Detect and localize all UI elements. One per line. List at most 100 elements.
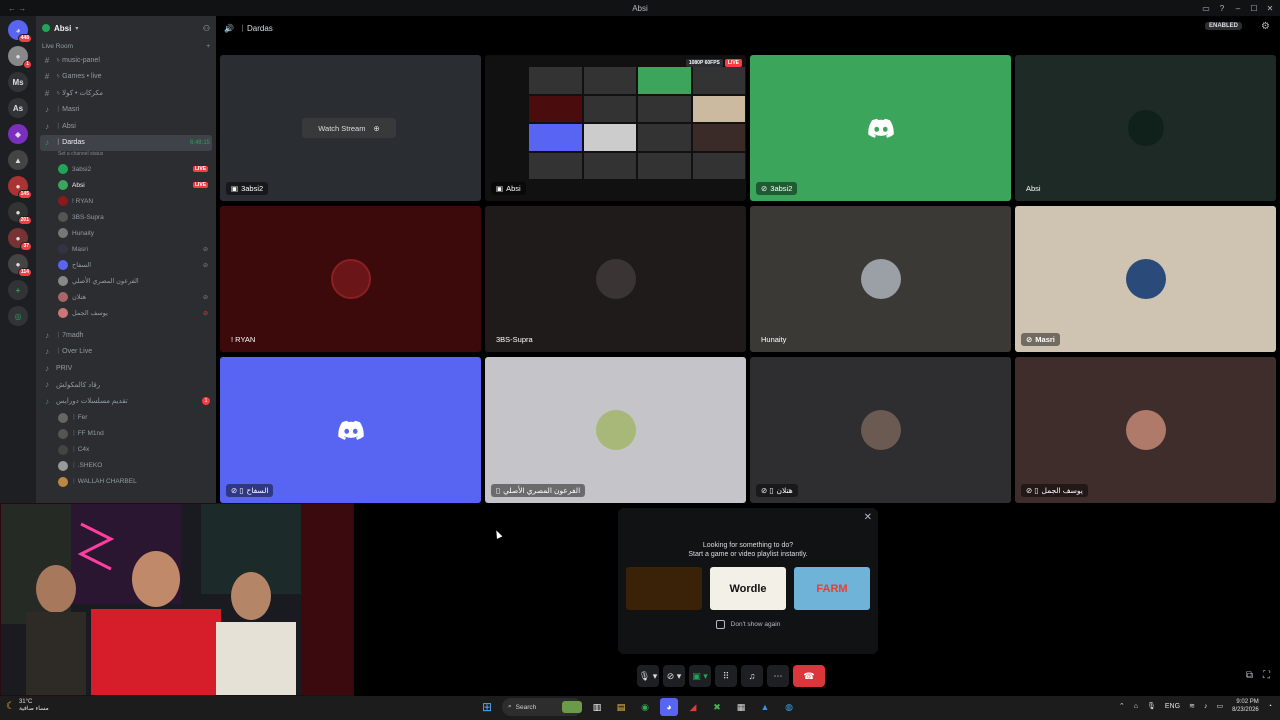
- voice-user[interactable]: ᛁ FF M1nd: [36, 426, 216, 442]
- channel-item[interactable]: ♪ ᛁ 7madh: [36, 327, 216, 344]
- discover-icon[interactable]: ◎: [8, 306, 28, 326]
- enabled-badge[interactable]: ENABLED: [1204, 22, 1242, 30]
- add-server-icon[interactable]: +: [8, 280, 28, 300]
- user-tile[interactable]: Absi: [1015, 55, 1276, 201]
- close-button[interactable]: ✕: [1266, 4, 1274, 13]
- notification-icon[interactable]: ◔: [1268, 703, 1272, 710]
- language-indicator[interactable]: ENG: [1165, 703, 1180, 710]
- store-icon[interactable]: ▦: [732, 698, 750, 716]
- fullscreen-icon[interactable]: ⛶: [1263, 670, 1270, 681]
- watch-stream-button[interactable]: Watch Stream ⊕: [302, 118, 396, 138]
- help-icon[interactable]: ?: [1218, 4, 1226, 13]
- add-channel-icon[interactable]: +: [206, 43, 210, 50]
- user-tile[interactable]: ! RYAN: [220, 206, 481, 352]
- voice-user[interactable]: Hunaity: [36, 225, 216, 241]
- activities-button[interactable]: ⠿: [715, 665, 737, 687]
- user-tile[interactable]: ⊘ ▯ السفاح: [220, 357, 481, 503]
- start-icon[interactable]: ⊞: [478, 698, 496, 716]
- inbox-icon[interactable]: ▭: [1202, 4, 1210, 13]
- user-tile[interactable]: 3BS-Supra: [485, 206, 746, 352]
- server-icon[interactable]: ◆: [8, 124, 28, 144]
- direct-messages-icon[interactable]: ◕ 448: [8, 20, 32, 43]
- close-icon[interactable]: ✕: [864, 512, 872, 523]
- photos-icon[interactable]: ▲: [756, 698, 774, 716]
- file-explorer-icon[interactable]: ▤: [612, 698, 630, 716]
- server-icon[interactable]: ● 37: [8, 228, 32, 251]
- server-header[interactable]: Absi ▾ ⚇: [36, 16, 216, 40]
- server-icon[interactable]: ● 1: [8, 46, 32, 69]
- channel-item-active[interactable]: ♪ ᛁ Dardas 6:48:15: [40, 134, 212, 151]
- settings-icon[interactable]: ⚙: [1261, 21, 1270, 32]
- server-icon[interactable]: Ms: [8, 72, 28, 92]
- category-header[interactable]: Live Room +: [36, 40, 216, 52]
- taskbar-search[interactable]: ⌕ Search: [502, 698, 582, 716]
- more-options-button[interactable]: ⋯: [767, 665, 789, 687]
- battery-icon[interactable]: ▭: [1216, 702, 1223, 710]
- edge-icon[interactable]: ◍: [780, 698, 798, 716]
- camera-button[interactable]: ⊘ ▾: [663, 665, 685, 687]
- activity-game-card[interactable]: FARM: [794, 567, 870, 610]
- channel-status[interactable]: Set a channel status: [36, 151, 216, 161]
- screen-share-button[interactable]: ▣ ▾: [689, 665, 711, 687]
- activity-game-card[interactable]: [626, 567, 702, 610]
- minimize-button[interactable]: –: [1234, 4, 1242, 13]
- channel-item[interactable]: ♪ ᛁ Masri: [36, 102, 216, 119]
- soundboard-button[interactable]: ♫: [741, 665, 763, 687]
- voice-user[interactable]: السفاح ⊘: [36, 257, 216, 273]
- disconnect-button[interactable]: ☎: [793, 665, 825, 687]
- voice-user[interactable]: ᛁ Fer: [36, 410, 216, 426]
- voice-user[interactable]: يوسف الجمل ⊘: [36, 305, 216, 321]
- channel-item[interactable]: ♪ ᛁ Absi: [36, 118, 216, 135]
- user-tile[interactable]: Hunaity: [750, 206, 1011, 352]
- chevron-up-icon[interactable]: ⌃: [1119, 702, 1125, 710]
- voice-user[interactable]: Masri ⊘: [36, 241, 216, 257]
- network-icon[interactable]: ⌂: [1134, 703, 1138, 710]
- stream-tile[interactable]: Watch Stream ⊕ ▣ 3absi2: [220, 55, 481, 201]
- microphone-button[interactable]: 🎙 ▾: [637, 665, 659, 687]
- activity-game-card[interactable]: Wordle: [710, 567, 786, 610]
- app-icon[interactable]: ◢: [684, 698, 702, 716]
- server-icon[interactable]: ● 201: [8, 202, 32, 225]
- channel-item[interactable]: # ᛃ music-panel: [36, 52, 216, 69]
- voice-user[interactable]: Absi LIVE: [36, 177, 216, 193]
- user-tile[interactable]: ▯ الفرعون المصري الأصلي: [485, 357, 746, 503]
- volume-icon[interactable]: ♪: [1204, 703, 1208, 710]
- voice-user[interactable]: ᛁ C4x: [36, 442, 216, 458]
- channel-item[interactable]: ♪ ᛁ Over Live: [36, 344, 216, 361]
- server-icon[interactable]: ● 114: [8, 254, 32, 277]
- task-view-icon[interactable]: ▥: [588, 698, 606, 716]
- channel-item[interactable]: # ᛃ Games • live: [36, 69, 216, 86]
- stream-tile[interactable]: 1080P 60FPS LIVE ▣ Absi: [485, 55, 746, 201]
- server-icon[interactable]: ▲: [8, 150, 28, 170]
- dont-show-again[interactable]: Don't show again: [618, 620, 878, 629]
- checkbox[interactable]: [715, 620, 725, 629]
- user-tile[interactable]: ⊘ 3absi2: [750, 55, 1011, 201]
- user-tile[interactable]: ⊘ Masri: [1015, 206, 1276, 352]
- channel-item[interactable]: # ᛃ مكركات • كولا: [36, 85, 216, 102]
- add-member-icon[interactable]: ⚇: [203, 24, 210, 33]
- voice-user[interactable]: 3BS-Supra: [36, 209, 216, 225]
- server-icon[interactable]: ● 145: [8, 176, 32, 199]
- channel-item[interactable]: ♪ PRIV: [36, 360, 216, 377]
- user-tile[interactable]: ⊘ ▯ يوسف الجمل: [1015, 357, 1276, 503]
- wifi-icon[interactable]: ≋: [1189, 702, 1195, 710]
- user-tile[interactable]: ⊘ ▯ هتلان: [750, 357, 1011, 503]
- voice-user[interactable]: الفرعون المصري الأصلي: [36, 273, 216, 289]
- channel-item[interactable]: ♪ تقديم مسلسلات دورايس 1: [36, 393, 216, 410]
- popout-icon[interactable]: ⧉: [1246, 670, 1253, 681]
- voice-user[interactable]: ! RYAN: [36, 193, 216, 209]
- mic-icon[interactable]: 🎙: [1147, 702, 1156, 710]
- weather-widget[interactable]: ☾ 31°C مساء صافية: [6, 699, 49, 713]
- maximize-button[interactable]: ☐: [1250, 4, 1258, 13]
- server-icon[interactable]: As: [8, 98, 28, 118]
- voice-user[interactable]: ᛁ WALLAH CHARBEL: [36, 474, 216, 490]
- clock[interactable]: 9:02 PM 8/23/2026: [1232, 698, 1259, 714]
- discord-icon[interactable]: ◕: [660, 698, 678, 716]
- app-icon[interactable]: ✖: [708, 698, 726, 716]
- back-forward-icon[interactable]: ← →: [8, 4, 26, 13]
- chrome-icon[interactable]: ◉: [636, 698, 654, 716]
- channel-item[interactable]: ♪ رقاد كالمكولش: [36, 377, 216, 394]
- voice-user[interactable]: ᛁ .SHEKO: [36, 458, 216, 474]
- voice-user[interactable]: 3absi2 LIVE: [36, 161, 216, 177]
- voice-user[interactable]: هتلان ⊘: [36, 289, 216, 305]
